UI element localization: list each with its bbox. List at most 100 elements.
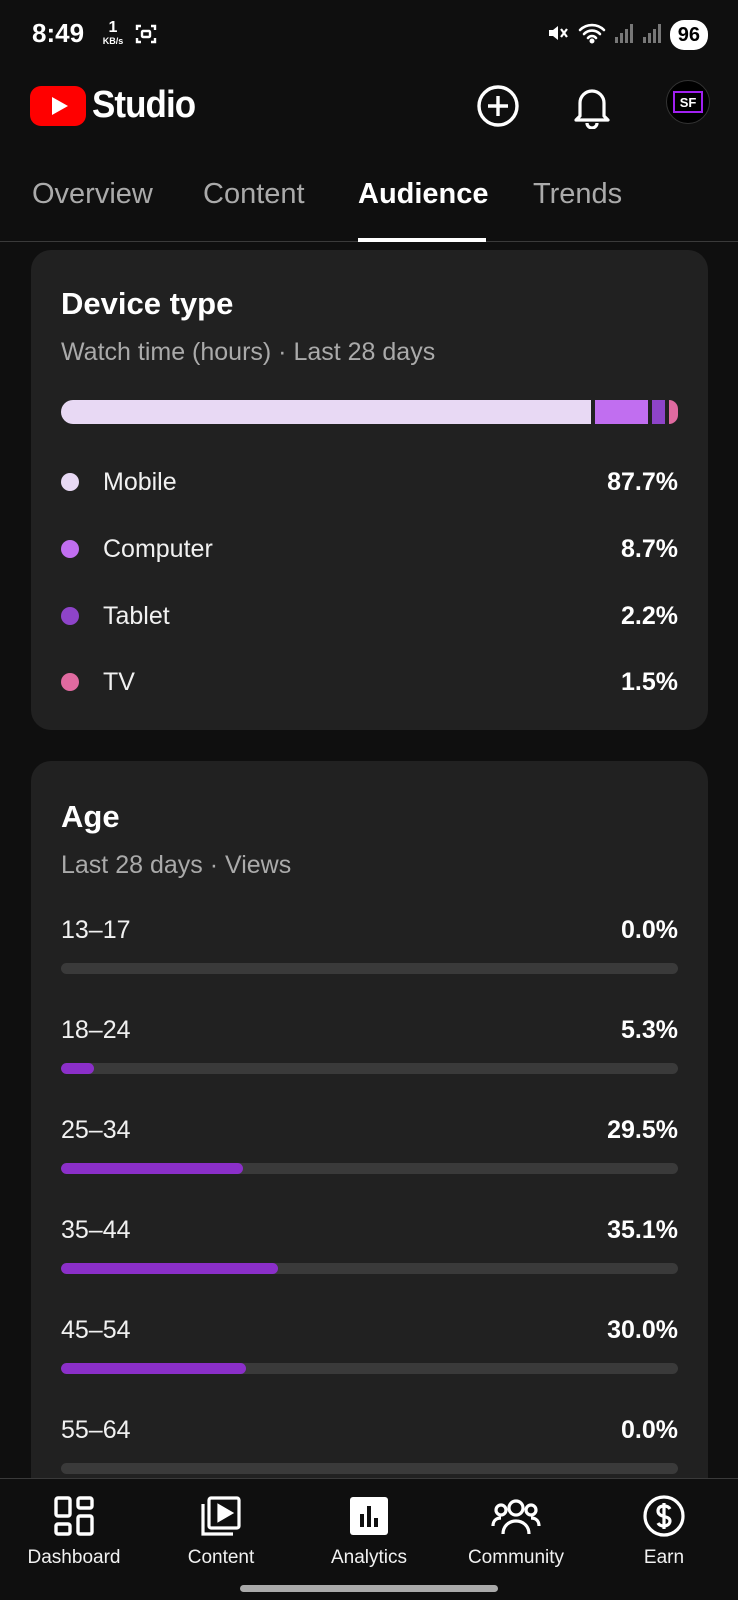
avatar[interactable]: SF bbox=[666, 80, 710, 124]
age-range-label: 35–44 bbox=[61, 1216, 131, 1244]
home-indicator[interactable] bbox=[240, 1585, 498, 1592]
tab-trends[interactable]: Trends bbox=[533, 178, 622, 211]
card-subtitle: Watch time (hours) · Last 28 days bbox=[61, 338, 436, 366]
nav-dashboard[interactable]: Dashboard bbox=[0, 1491, 148, 1569]
tab-content[interactable]: Content bbox=[203, 178, 305, 211]
age-bar-fill bbox=[61, 1063, 94, 1074]
tab-bar: Overview Content Audience Trends bbox=[0, 160, 738, 242]
bottom-navigation: Dashboard Content Analytics Community Ea… bbox=[0, 1478, 738, 1600]
dashboard-icon bbox=[0, 1491, 148, 1541]
legend-label: Tablet bbox=[103, 601, 170, 630]
legend-value: 1.5% bbox=[621, 667, 678, 696]
age-row: 25–34 29.5% bbox=[61, 1116, 678, 1174]
age-percent: 35.1% bbox=[607, 1216, 678, 1244]
device-type-card[interactable]: Device type Watch time (hours) · Last 28… bbox=[31, 250, 708, 730]
create-button[interactable] bbox=[474, 82, 522, 130]
age-bar-fill bbox=[61, 1363, 247, 1374]
legend-row-tv: TV 1.5% bbox=[61, 662, 678, 702]
card-subtitle: Last 28 days · Views bbox=[61, 851, 292, 879]
legend-dot bbox=[61, 473, 79, 491]
active-tab-indicator bbox=[358, 238, 486, 242]
age-percent: 0.0% bbox=[621, 1416, 678, 1444]
notifications-button[interactable] bbox=[568, 82, 616, 130]
age-percent: 30.0% bbox=[607, 1316, 678, 1344]
age-bar-track bbox=[61, 1463, 678, 1474]
age-range-label: 18–24 bbox=[61, 1016, 131, 1044]
device-bar-segment-computer bbox=[595, 400, 648, 424]
age-row: 35–44 35.1% bbox=[61, 1216, 678, 1274]
nav-label: Content bbox=[187, 1547, 255, 1568]
signal-icon bbox=[642, 22, 662, 49]
age-bar-fill bbox=[61, 1163, 243, 1174]
mute-icon bbox=[546, 21, 570, 50]
age-range-label: 55–64 bbox=[61, 1416, 131, 1444]
network-speed: 1 KB/s bbox=[98, 20, 128, 46]
card-title: Age bbox=[61, 799, 120, 834]
battery-level: 96 bbox=[669, 20, 708, 50]
nav-label: Earn bbox=[643, 1547, 685, 1568]
app-name: Studio bbox=[92, 84, 196, 126]
age-percent: 29.5% bbox=[607, 1116, 678, 1144]
legend-label: Mobile bbox=[103, 467, 177, 496]
age-range-label: 25–34 bbox=[61, 1116, 131, 1144]
age-bar-track bbox=[61, 1263, 678, 1274]
legend-value: 8.7% bbox=[621, 534, 678, 563]
nav-content[interactable]: Content bbox=[147, 1491, 295, 1569]
status-icons: 96 bbox=[546, 20, 708, 50]
community-icon bbox=[442, 1491, 590, 1541]
status-time: 8:49 bbox=[32, 18, 85, 48]
network-speed-value: 1 bbox=[108, 19, 118, 36]
studio-logo[interactable]: Studio bbox=[30, 84, 204, 127]
legend-value: 2.2% bbox=[621, 601, 678, 630]
screen-record-icon bbox=[134, 22, 158, 51]
legend-dot bbox=[61, 540, 79, 558]
age-range-label: 45–54 bbox=[61, 1316, 131, 1344]
legend-row-mobile: Mobile 87.7% bbox=[61, 462, 678, 502]
legend-row-tablet: Tablet 2.2% bbox=[61, 596, 678, 636]
age-bar-track bbox=[61, 963, 678, 974]
age-bar-track bbox=[61, 1063, 678, 1074]
age-percent: 0.0% bbox=[621, 916, 678, 944]
age-bar-fill bbox=[61, 1263, 278, 1274]
age-row: 55–64 0.0% bbox=[61, 1416, 678, 1474]
age-range-label: 13–17 bbox=[61, 916, 131, 944]
age-row: 45–54 30.0% bbox=[61, 1316, 678, 1374]
legend-label: TV bbox=[103, 667, 135, 696]
legend-dot bbox=[61, 607, 79, 625]
network-speed-unit: KB/s bbox=[102, 36, 124, 46]
content-icon bbox=[147, 1491, 295, 1541]
signal-icon bbox=[614, 22, 634, 49]
age-row: 13–17 0.0% bbox=[61, 916, 678, 974]
device-stacked-bar bbox=[61, 400, 678, 424]
nav-community[interactable]: Community bbox=[442, 1491, 590, 1569]
nav-label: Dashboard bbox=[27, 1547, 121, 1568]
earn-icon bbox=[590, 1491, 738, 1541]
card-title: Device type bbox=[61, 286, 234, 321]
legend-label: Computer bbox=[103, 534, 213, 563]
nav-label: Analytics bbox=[330, 1547, 408, 1568]
legend-dot bbox=[61, 673, 79, 691]
nav-earn[interactable]: Earn bbox=[590, 1491, 738, 1569]
nav-label: Community bbox=[467, 1547, 565, 1568]
avatar-initials: SF bbox=[673, 91, 703, 113]
age-bar-track bbox=[61, 1163, 678, 1174]
app-header: Studio SF bbox=[0, 72, 738, 140]
age-card[interactable]: Age Last 28 days · Views 13–17 0.0% 18–24… bbox=[31, 761, 708, 1501]
legend-value: 87.7% bbox=[607, 467, 678, 496]
age-percent: 5.3% bbox=[621, 1016, 678, 1044]
device-bar-segment-mobile bbox=[61, 400, 592, 424]
add-circle-icon bbox=[477, 85, 519, 127]
tab-audience[interactable]: Audience bbox=[358, 178, 489, 211]
youtube-logo-icon bbox=[30, 85, 86, 126]
device-bar-segment-tablet bbox=[651, 400, 665, 424]
device-bar-segment-tv bbox=[668, 400, 678, 424]
analytics-icon bbox=[295, 1491, 443, 1541]
bell-icon bbox=[574, 89, 610, 129]
legend-row-computer: Computer 8.7% bbox=[61, 529, 678, 569]
age-row: 18–24 5.3% bbox=[61, 1016, 678, 1074]
nav-analytics[interactable]: Analytics bbox=[295, 1491, 443, 1569]
age-bar-track bbox=[61, 1363, 678, 1374]
status-bar: 8:49 1 KB/s 96 bbox=[0, 0, 738, 72]
tab-overview[interactable]: Overview bbox=[32, 178, 153, 211]
wifi-icon bbox=[578, 21, 606, 50]
